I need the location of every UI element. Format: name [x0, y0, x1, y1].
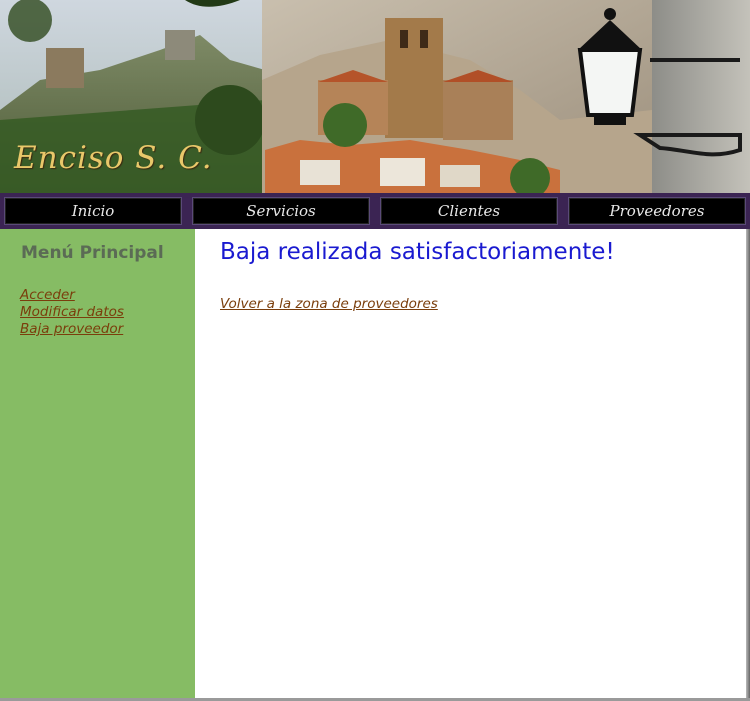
back-to-suppliers-link[interactable]: Volver a la zona de proveedores [220, 296, 438, 312]
nav-proveedores[interactable]: Proveedores [568, 197, 746, 225]
sidebar-title: Menú Principal [21, 243, 164, 263]
nav-inicio[interactable]: Inicio [4, 197, 182, 225]
main-nav: Inicio Servicios Clientes Proveedores [0, 193, 750, 229]
sidebar-link-modificar-datos[interactable]: Modificar datos [20, 304, 124, 321]
site-logo-title: Enciso S. C. [14, 140, 213, 176]
sidebar-link-baja-proveedor[interactable]: Baja proveedor [20, 321, 124, 338]
success-heading: Baja realizada satisfactoriamente! [220, 239, 615, 265]
nav-servicios[interactable]: Servicios [192, 197, 370, 225]
header-banner: Enciso S. C. [0, 0, 750, 193]
frame-edge-right [746, 229, 750, 701]
sidebar: Menú Principal Acceder Modificar datos B… [0, 229, 195, 701]
nav-clientes[interactable]: Clientes [380, 197, 558, 225]
main-content: Baja realizada satisfactoriamente! Volve… [195, 229, 746, 701]
sidebar-link-acceder[interactable]: Acceder [20, 287, 124, 304]
sidebar-menu: Acceder Modificar datos Baja proveedor [20, 287, 124, 338]
